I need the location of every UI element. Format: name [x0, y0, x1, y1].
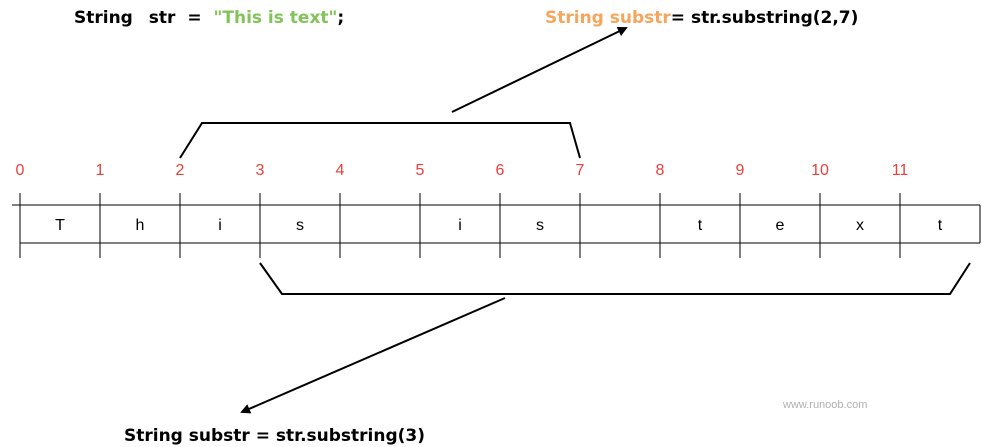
string-literal: "This is text"	[214, 8, 338, 28]
lower-bracket	[259, 262, 971, 295]
index-label-10: 10	[811, 162, 829, 179]
index-label-4: 4	[336, 162, 345, 179]
char-cell-9: e	[776, 217, 785, 234]
upper-bracket	[179, 122, 581, 159]
char-cell-1: h	[136, 217, 145, 234]
lower-arrow	[240, 297, 506, 414]
upper-arrow	[451, 26, 628, 113]
equals-sign: =	[187, 8, 201, 28]
substring-diagram: String str = "This is text"; String subs…	[12, 8, 981, 446]
substr-declaration: String substr	[545, 8, 671, 28]
substring-2-7-statement: String substr= str.substring(2,7)	[545, 8, 858, 28]
index-label-8: 8	[656, 162, 665, 179]
char-cell-8: t	[698, 217, 703, 234]
substring-3-statement: String substr = str.substring(3)	[124, 426, 425, 446]
watermark: www.runoob.com	[782, 399, 867, 411]
index-labels: 0 1 2 3 4 5 6 7 8 9 10 11	[16, 162, 909, 179]
char-cell-10: x	[856, 217, 864, 234]
index-label-3: 3	[256, 162, 265, 179]
char-cell-0: T	[55, 217, 65, 234]
index-label-11: 11	[892, 162, 909, 179]
semicolon: ;	[337, 8, 344, 28]
char-cell-11: t	[938, 217, 943, 234]
char-cell-2: i	[218, 217, 222, 234]
index-label-0: 0	[16, 162, 25, 179]
top-statement: String str = "This is text";	[74, 8, 344, 28]
char-cell-6: s	[536, 217, 544, 234]
character-strip: Th i s i s t e x t	[12, 193, 981, 258]
index-label-9: 9	[736, 162, 745, 179]
index-label-6: 6	[496, 162, 505, 179]
index-label-1: 1	[96, 162, 105, 179]
char-cell-3: s	[296, 217, 304, 234]
substr-call: = str.substring(2,7)	[671, 8, 859, 28]
index-label-2: 2	[176, 162, 185, 179]
var-name: str	[149, 8, 176, 28]
index-label-5: 5	[416, 162, 425, 179]
index-label-7: 7	[576, 162, 585, 179]
type-keyword: String	[74, 8, 133, 28]
char-cell-5: i	[458, 217, 462, 234]
